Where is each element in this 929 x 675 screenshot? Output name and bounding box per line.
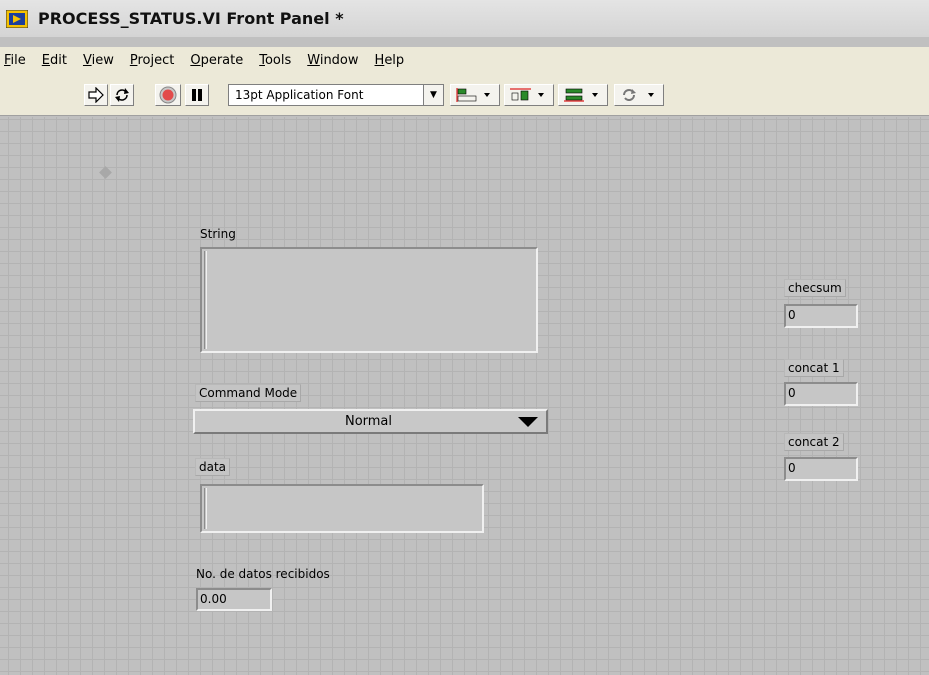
string-control[interactable] (200, 247, 538, 353)
menu-window[interactable]: Window (299, 47, 366, 74)
reorder-button[interactable] (614, 84, 664, 106)
run-continuously-button[interactable] (110, 84, 134, 106)
menu-bar: File Edit View Project Operate Tools Win… (0, 47, 929, 74)
menu-view[interactable]: View (75, 47, 122, 74)
string-scroll-edge (204, 251, 207, 349)
menu-edit[interactable]: Edit (34, 47, 75, 74)
data-label: data (195, 458, 231, 476)
chevron-down-icon[interactable]: ▼ (423, 85, 443, 105)
abort-icon (159, 86, 177, 104)
pause-icon (192, 89, 202, 101)
toolbar: 13pt Application Font ▼ (0, 74, 929, 116)
menu-file[interactable]: File (0, 47, 34, 74)
run-button[interactable] (84, 84, 108, 106)
pause-button[interactable] (185, 84, 209, 106)
reorder-icon (623, 89, 654, 101)
num-datos-label: No. de datos recibidos (196, 567, 330, 581)
run-continuously-icon (115, 88, 129, 102)
font-selector[interactable]: 13pt Application Font ▼ (228, 84, 444, 106)
resize-objects-button[interactable] (558, 84, 608, 106)
concat2-indicator[interactable]: 0 (784, 457, 858, 481)
data-control[interactable] (200, 484, 484, 533)
align-objects-icon (456, 88, 490, 102)
window-title: PROCESS_STATUS.VI Front Panel * (38, 9, 344, 28)
string-label: String (200, 227, 236, 241)
concat1-indicator[interactable]: 0 (784, 382, 858, 406)
menu-operate[interactable]: Operate (182, 47, 251, 74)
font-selector-value: 13pt Application Font (235, 88, 364, 102)
run-arrow-icon (88, 87, 104, 103)
resize-objects-icon (564, 88, 598, 102)
data-scroll-edge (204, 488, 207, 529)
dropdown-arrow-icon[interactable] (518, 416, 538, 427)
distribute-objects-icon (510, 88, 544, 101)
checksum-indicator[interactable]: 0 (784, 304, 858, 328)
command-mode-label: Command Mode (195, 384, 302, 402)
abort-button[interactable] (155, 84, 181, 106)
menu-tools[interactable]: Tools (251, 47, 299, 74)
command-mode-value: Normal (344, 414, 393, 429)
concat1-label: concat 1 (784, 359, 844, 377)
menu-help[interactable]: Help (367, 47, 413, 74)
num-datos-indicator[interactable]: 0.00 (196, 588, 272, 611)
labview-vi-icon (5, 9, 29, 28)
concat2-label: concat 2 (784, 433, 844, 451)
command-mode-dropdown[interactable]: Normal (193, 409, 548, 434)
title-bar: PROCESS_STATUS.VI Front Panel * (0, 0, 929, 37)
menu-project[interactable]: Project (122, 47, 183, 74)
align-objects-button[interactable] (450, 84, 500, 106)
distribute-objects-button[interactable] (504, 84, 554, 106)
checksum-label: checsum (784, 279, 846, 297)
